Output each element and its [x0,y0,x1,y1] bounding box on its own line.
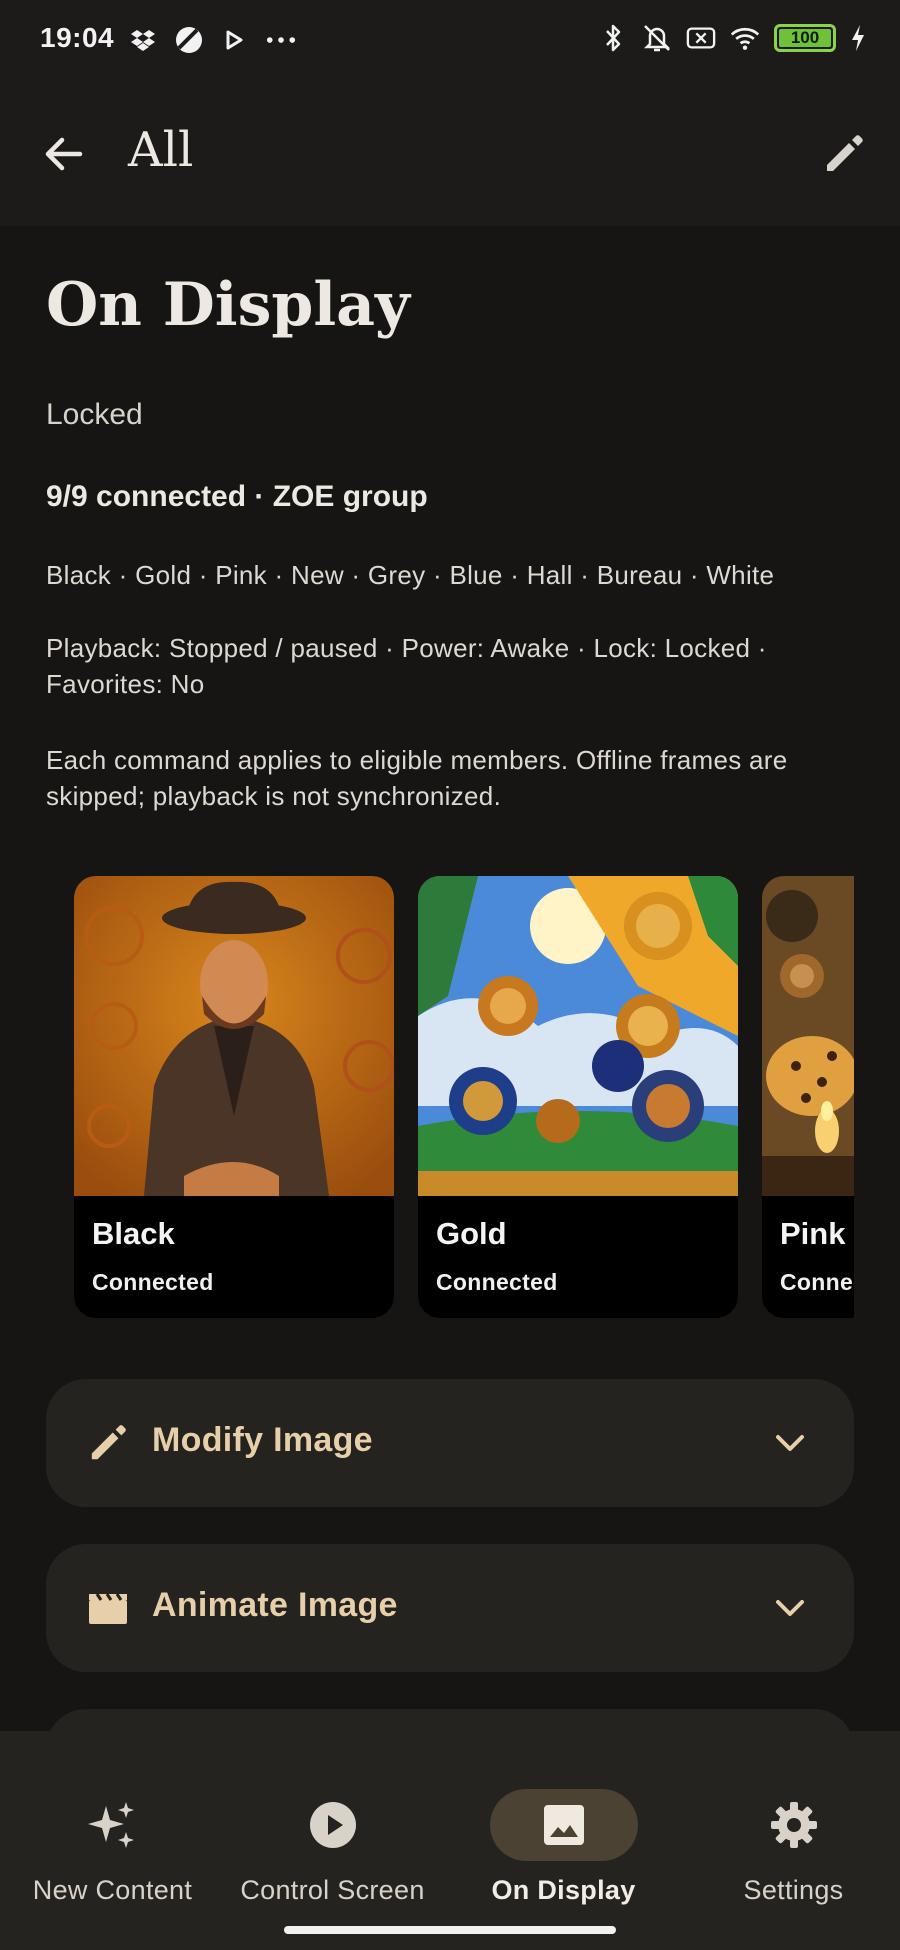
nav-settings[interactable]: Settings [681,1759,900,1905]
clapperboard-icon [84,1584,132,1632]
chevron-down-icon[interactable] [768,1586,812,1630]
frame-card-black[interactable]: Black Connected [74,876,394,1318]
nav-label: New Content [32,1875,193,1905]
modify-image-section[interactable]: Modify Image [46,1379,854,1507]
animate-image-section[interactable]: Animate Image [46,1544,854,1672]
battery-level: 100 [790,28,820,47]
next-section-partial[interactable] [46,1709,854,1731]
frame-card-pink[interactable]: Pink Connected [762,876,854,1318]
nav-label: Control Screen [240,1875,425,1905]
frame-card-gold[interactable]: Gold Connected [418,876,738,1318]
nav-label: Settings [743,1875,844,1905]
more-dots-icon [266,24,296,56]
play-circle-icon [309,1802,356,1848]
frame-name: Pink [780,1216,846,1251]
battery-icon: 100 [774,24,836,52]
wifi-icon [730,22,760,54]
section-label: Modify Image [152,1421,373,1459]
nav-label: On Display [491,1875,636,1905]
status-time: 19:04 [40,22,115,53]
app-bar-title: All [128,122,194,178]
bluetooth-icon [598,22,628,54]
muted-bell-icon [642,22,672,54]
sparkles-icon [87,1802,134,1848]
back-button[interactable] [36,126,92,182]
group-summary: 9/9 connected · ZOE group [46,480,428,513]
state-summary: Playback: Stopped / paused · Power: Awak… [46,633,767,699]
command-note: Each command applies to eligible members… [46,745,788,811]
charging-icon [850,22,866,54]
bottom-navigation: New Content Control Screen On Display Se… [0,1731,900,1950]
edit-button[interactable] [816,126,872,182]
sim-off-icon [686,22,716,54]
section-label: Animate Image [152,1586,398,1624]
frame-name: Black [92,1216,175,1251]
content-area: On Display Locked 9/9 connected · ZOE gr… [0,226,900,1731]
gear-icon [770,1802,817,1848]
play-icon [220,24,250,56]
image-icon [543,1805,584,1845]
frame-status: Connected [436,1269,558,1295]
dropbox-icon [128,24,158,56]
portrait-painting-image [74,876,394,1196]
nav-on-display[interactable]: On Display [451,1759,676,1905]
lions-jungle-painting-image [418,876,738,1196]
frame-status: Connected [92,1269,214,1295]
top-app-bar: All [0,80,900,226]
nav-control-screen[interactable]: Control Screen [220,1759,445,1905]
frame-status: Connected [780,1269,854,1295]
pencil-icon [84,1419,132,1467]
lock-status: Locked [46,398,143,431]
status-bar: 19:04 100 [0,0,900,80]
leopard-monkeys-painting-image [762,876,854,1196]
nav-new-content[interactable]: New Content [0,1759,225,1905]
page-title: On Display [46,270,410,340]
member-list: Black · Gold · Pink · New · Grey · Blue … [46,560,775,590]
home-indicator[interactable] [284,1926,616,1934]
pencil-icon [827,135,863,171]
frame-name: Gold [436,1216,507,1251]
circle-slash-icon [174,24,204,56]
chevron-down-icon[interactable] [768,1421,812,1465]
arrow-left-icon [45,137,83,171]
